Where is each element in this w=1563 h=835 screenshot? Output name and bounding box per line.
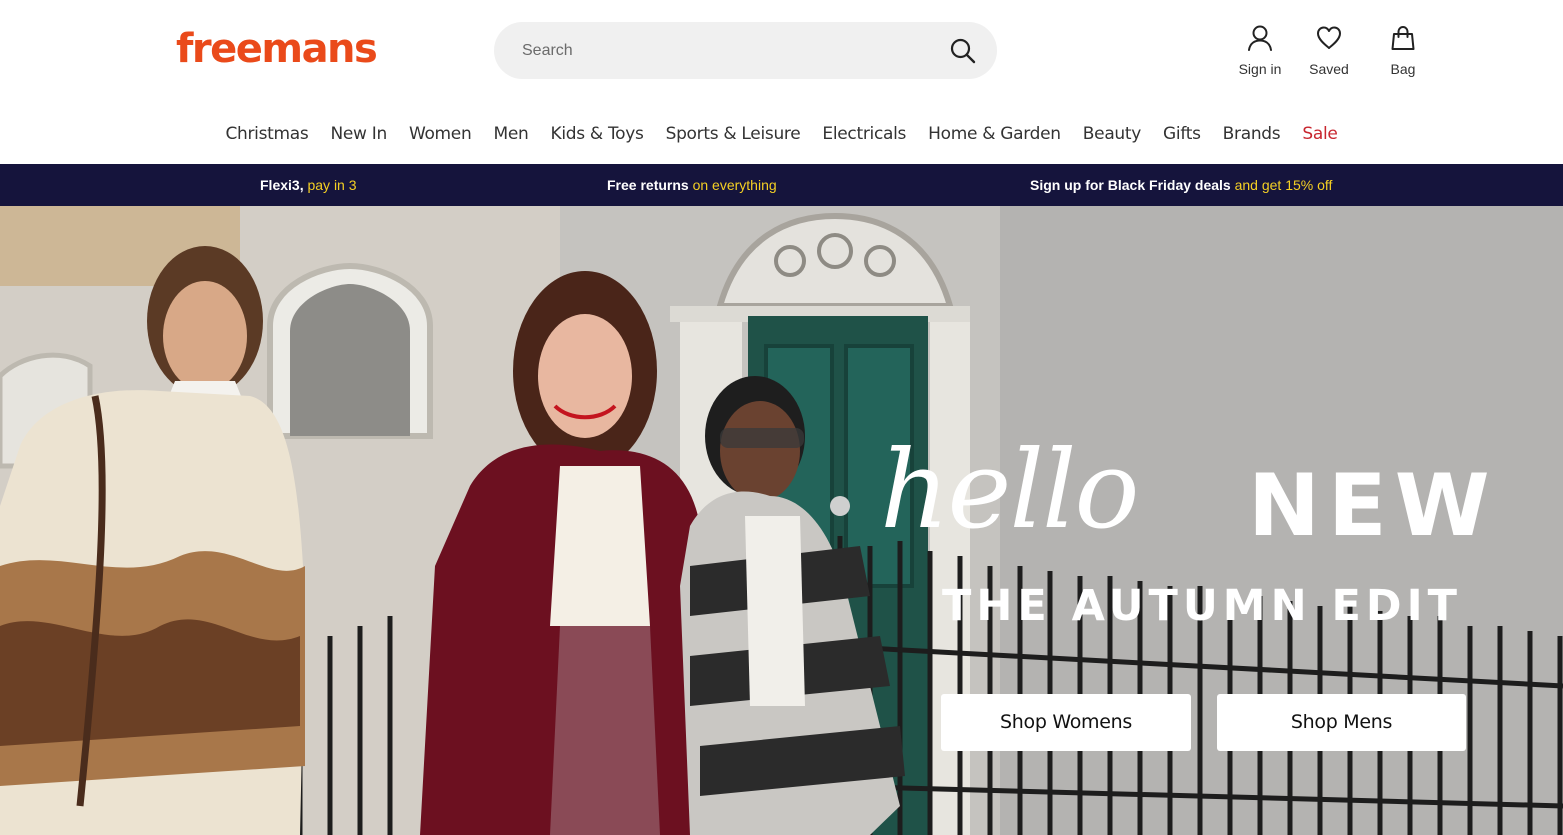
hero-banner[interactable]: hello NEW THE AUTUMN EDIT Shop Womens Sh… <box>0 206 1563 835</box>
nav-item-kids-toys[interactable]: Kids & Toys <box>539 116 654 152</box>
promo-signup-highlight: and get 15% off <box>1234 177 1333 193</box>
promo-free-returns-highlight: on everything <box>692 177 777 193</box>
nav-item-electricals[interactable]: Electricals <box>811 116 917 152</box>
promo-signup-main: Sign up for Black Friday deals <box>1030 177 1231 193</box>
sign-in-label: Sign in <box>1238 61 1282 77</box>
hero-headline-bold: NEW <box>1248 456 1498 556</box>
bag-button[interactable]: Bag <box>1382 24 1424 77</box>
nav-item-home-garden[interactable]: Home & Garden <box>917 116 1072 152</box>
nav-item-men[interactable]: Men <box>482 116 539 152</box>
nav-item-new-in[interactable]: New In <box>319 116 397 152</box>
nav-item-sale[interactable]: Sale <box>1291 116 1348 152</box>
hero-subtitle: THE AUTUMN EDIT <box>942 581 1462 631</box>
bag-label: Bag <box>1390 61 1416 77</box>
nav-item-women[interactable]: Women <box>398 116 483 152</box>
user-icon <box>1248 25 1272 51</box>
promo-free-returns[interactable]: Free returns on everything <box>607 164 777 206</box>
sign-in-button[interactable]: Sign in <box>1232 24 1288 77</box>
search-input[interactable] <box>522 22 922 79</box>
site-header: freemans Sign in Saved Bag <box>0 0 1563 100</box>
saved-button[interactable]: Saved <box>1302 24 1356 77</box>
shop-womens-button[interactable]: Shop Womens <box>941 694 1191 751</box>
promo-bar: Flexi3, pay in 3 Free returns on everyth… <box>0 164 1563 206</box>
bag-icon <box>1391 25 1415 50</box>
nav-item-sports-leisure[interactable]: Sports & Leisure <box>655 116 812 152</box>
shop-mens-button[interactable]: Shop Mens <box>1217 694 1466 751</box>
search-bar <box>494 22 997 79</box>
nav-item-brands[interactable]: Brands <box>1212 116 1292 152</box>
freemans-logo[interactable]: freemans <box>176 26 378 72</box>
nav-item-gifts[interactable]: Gifts <box>1152 116 1212 152</box>
search-button[interactable] <box>949 37 977 65</box>
hero-headline-script: hello <box>880 428 1140 553</box>
promo-flexi3-highlight: pay in 3 <box>307 177 357 193</box>
nav-item-christmas[interactable]: Christmas <box>214 116 319 152</box>
promo-free-returns-main: Free returns <box>607 177 689 193</box>
saved-label: Saved <box>1309 61 1349 77</box>
heart-icon <box>1317 26 1341 49</box>
promo-flexi3[interactable]: Flexi3, pay in 3 <box>260 164 357 206</box>
promo-flexi3-main: Flexi3, <box>260 177 304 193</box>
main-nav: Christmas New In Women Men Kids & Toys S… <box>0 116 1563 152</box>
nav-item-beauty[interactable]: Beauty <box>1072 116 1152 152</box>
search-icon <box>950 38 976 64</box>
promo-black-friday-signup[interactable]: Sign up for Black Friday deals and get 1… <box>1030 164 1332 206</box>
